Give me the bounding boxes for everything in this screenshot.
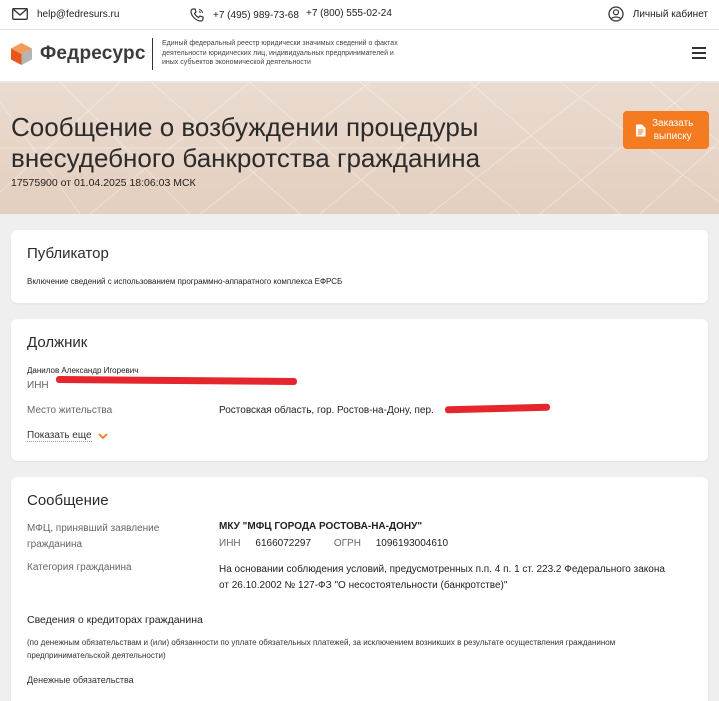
site-logo[interactable]: Федресурс xyxy=(11,43,146,65)
document-icon xyxy=(636,124,646,136)
mfc-inn-label: ИНН xyxy=(219,538,241,549)
creditors-note-line-1: (по денежным обязательствам и (или) обяз… xyxy=(27,638,616,647)
mfc-label-line-1: МФЦ, принявший заявление xyxy=(27,523,160,534)
page-title: Сообщение о возбуждении процедуры внесуд… xyxy=(11,112,571,174)
hamburger-menu-icon[interactable] xyxy=(692,47,706,59)
message-number-date: 17575900 от 01.04.2025 18:06:03 МСК xyxy=(11,177,196,189)
logo-text: Федресурс xyxy=(40,43,146,64)
creditors-title: Сведения о кредиторах гражданина xyxy=(27,614,203,626)
publisher-card: Публикатор Включение сведений с использо… xyxy=(11,230,708,303)
category-line-1: На основании соблюдения условий, предусм… xyxy=(219,564,665,575)
order-button-line-2: выписку xyxy=(653,131,692,142)
message-title: Сообщение xyxy=(27,492,109,509)
title-line-2: внесудебного банкротства гражданина xyxy=(11,143,481,173)
publisher-title: Публикатор xyxy=(27,245,109,262)
monetary-obligations-heading: Денежные обязательства xyxy=(27,675,134,685)
show-more-link[interactable]: Показать еще xyxy=(27,430,108,442)
creditors-note: (по денежным обязательствам и (или) обяз… xyxy=(27,636,615,662)
debtor-name: Данилов Александр Игоревич xyxy=(27,366,139,375)
debtor-title: Должник xyxy=(27,334,88,351)
top-bar: help@fedresurs.ru +7 (495) 989-73-68 +7 … xyxy=(0,0,719,30)
user-icon xyxy=(608,6,624,22)
creditors-note-line-2: предпринимательской деятельности) xyxy=(27,651,166,660)
mfc-ogrn-value: 1096193004610 xyxy=(375,538,449,549)
mfc-name: МКУ "МФЦ ГОРОДА РОСТОВА-НА-ДОНУ" xyxy=(219,521,423,532)
personal-cabinet-link[interactable]: Личный кабинет xyxy=(608,6,708,22)
registry-description: Единый федеральный реестр юридически зна… xyxy=(162,40,398,66)
residence-value: Ростовская область, гор. Ростов-на-Дону,… xyxy=(219,405,434,416)
redaction-address xyxy=(444,403,551,414)
logo-divider xyxy=(152,38,153,70)
logo-cube-icon xyxy=(11,43,32,65)
show-more-text: Показать еще xyxy=(27,430,92,442)
phone-text-1: +7 (495) 989-73-68 xyxy=(213,9,299,21)
mfc-label-line-2: гражданина xyxy=(27,539,83,550)
category-line-2: от 26.10.2002 № 127-ФЗ "О несостоятельно… xyxy=(219,580,508,591)
mfc-ogrn-label: ОГРН xyxy=(333,538,361,549)
chevron-down-icon xyxy=(97,432,108,439)
redaction-inn xyxy=(55,375,298,386)
phone-icon xyxy=(190,8,204,22)
email-link[interactable]: help@fedresurs.ru xyxy=(12,8,119,20)
phone-link-2[interactable]: +7 (800) 555-02-24 xyxy=(306,8,392,19)
order-button-line-1: Заказать xyxy=(652,118,694,129)
category-value: На основании соблюдения условий, предусм… xyxy=(219,562,665,594)
mfc-label: МФЦ, принявший заявление гражданина xyxy=(27,521,159,553)
debtor-card: Должник Данилов Александр Игоревич ИНН М… xyxy=(11,319,708,461)
mfc-ids: ИНН 6166072297 ОГРН 1096193004610 xyxy=(219,538,448,549)
phone-link-1[interactable]: +7 (495) 989-73-68 xyxy=(190,8,299,22)
site-header: Федресурс Единый федеральный реестр юрид… xyxy=(0,30,719,82)
debtor-inn-label: ИНН xyxy=(27,380,49,391)
order-extract-button[interactable]: Заказать выписку xyxy=(623,111,709,149)
residence-label: Место жительства xyxy=(27,405,113,416)
title-line-1: Сообщение о возбуждении процедуры xyxy=(11,112,479,142)
category-label: Категория гражданина xyxy=(27,562,132,573)
mfc-inn-value: 6166072297 xyxy=(255,538,312,549)
hero-banner: Сообщение о возбуждении процедуры внесуд… xyxy=(0,82,719,214)
mail-icon xyxy=(12,8,28,20)
publisher-text: Включение сведений с использованием прог… xyxy=(27,277,343,286)
email-text: help@fedresurs.ru xyxy=(37,8,120,20)
message-card: Сообщение МФЦ, принявший заявление гражд… xyxy=(11,477,708,701)
cabinet-text: Личный кабинет xyxy=(632,8,708,20)
